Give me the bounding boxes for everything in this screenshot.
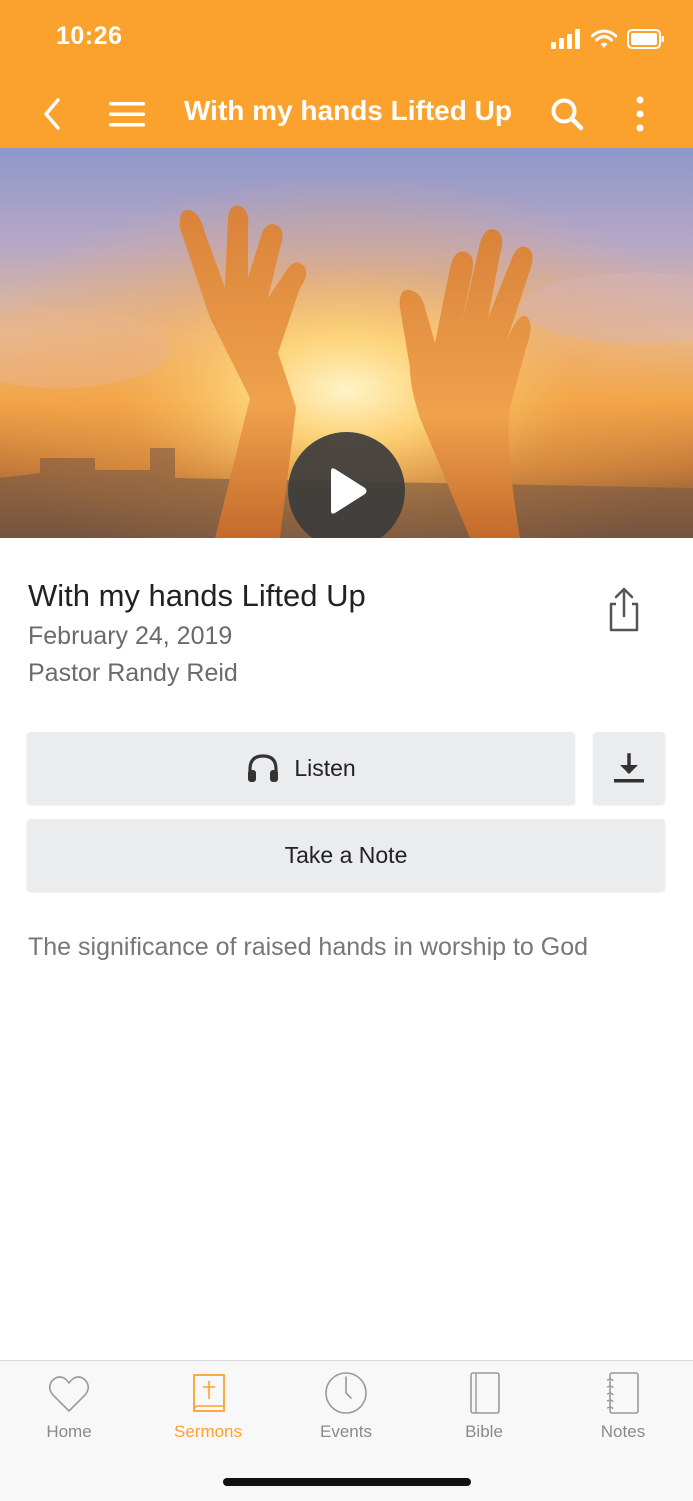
hamburger-icon: [109, 102, 145, 127]
sermon-date: February 24, 2019: [28, 622, 233, 650]
status-time: 10:26: [56, 22, 123, 50]
chevron-left-icon: [44, 98, 60, 130]
nav-bar: With my hands Lifted Up: [0, 80, 693, 148]
status-icons: [551, 28, 665, 50]
sermon-description: The significance of raised hands in wors…: [28, 933, 589, 961]
menu-button[interactable]: [104, 80, 150, 148]
battery-icon: [627, 29, 664, 49]
tab-events-label: Events: [320, 1422, 372, 1441]
tab-home[interactable]: Home: [0, 1361, 138, 1456]
search-icon: [551, 98, 584, 131]
tab-events[interactable]: Events: [277, 1361, 415, 1456]
tab-sermons-label: Sermons: [173, 1422, 243, 1441]
sermon-pastor: Pastor Randy Reid: [28, 659, 238, 687]
play-icon: [330, 467, 366, 514]
tab-sermons[interactable]: Sermons: [139, 1361, 277, 1456]
headphones-icon: [248, 754, 279, 782]
wifi-icon: [591, 29, 617, 48]
listen-label: Listen: [294, 754, 356, 781]
tab-notes[interactable]: Notes: [554, 1361, 692, 1456]
signal-icon: [551, 29, 580, 49]
home-indicator: [223, 1478, 471, 1486]
search-button[interactable]: [544, 80, 590, 148]
sermon-title: With my hands Lifted Up: [28, 578, 366, 613]
tab-notes-label: Notes: [600, 1422, 646, 1441]
download-button[interactable]: [593, 732, 665, 804]
tab-bible-label: Bible: [465, 1422, 503, 1441]
back-button[interactable]: [30, 80, 74, 148]
book-cross-icon: [193, 1374, 225, 1412]
notebook-icon: [606, 1372, 639, 1414]
page-title: With my hands Lifted Up: [184, 95, 512, 126]
listen-button[interactable]: Listen: [27, 732, 575, 804]
vertical-dots-icon: [636, 96, 644, 132]
sermon-artwork: [0, 148, 693, 538]
heart-icon: [48, 1376, 90, 1412]
tab-home-label: Home: [46, 1422, 92, 1441]
share-button[interactable]: [600, 586, 648, 634]
clock-icon: [325, 1372, 367, 1414]
tab-bible[interactable]: Bible: [415, 1361, 553, 1456]
share-icon: [609, 587, 639, 632]
status-bar: 10:26: [0, 0, 693, 80]
take-note-button[interactable]: Take a Note: [27, 819, 665, 891]
bible-icon: [470, 1372, 500, 1414]
more-button[interactable]: [622, 80, 658, 148]
play-button[interactable]: [288, 432, 405, 538]
download-icon: [614, 753, 644, 783]
take-note-label: Take a Note: [284, 841, 408, 868]
